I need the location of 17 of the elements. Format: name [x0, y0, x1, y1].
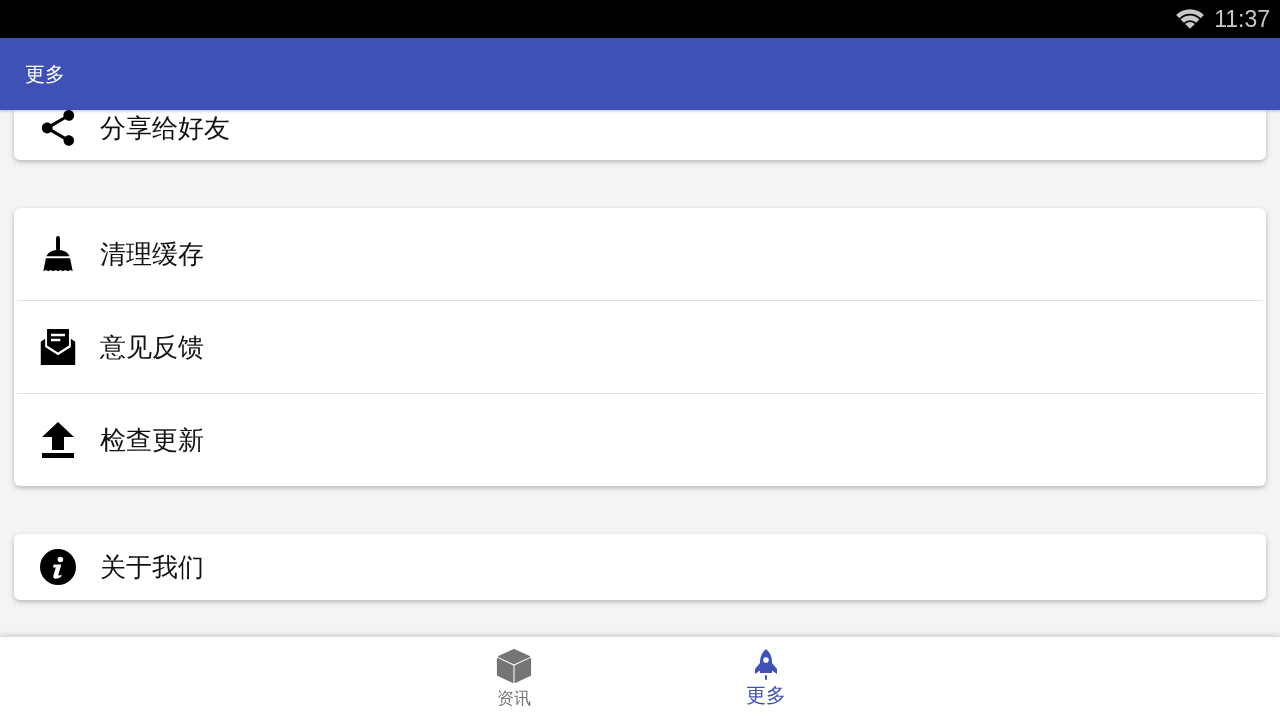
share-icon	[40, 110, 76, 146]
nav-tab[interactable]: 资讯	[388, 637, 640, 720]
cube-icon	[496, 648, 532, 684]
menu-item[interactable]: 意见反馈	[14, 301, 1266, 393]
envelope-icon	[40, 329, 76, 365]
menu-item[interactable]: 分享给好友	[14, 110, 1266, 160]
upload-icon	[40, 422, 76, 458]
menu-item[interactable]: 关于我们	[14, 534, 1266, 600]
broom-icon	[40, 236, 76, 272]
menu-item[interactable]: 检查更新	[14, 394, 1266, 486]
app-bar-title: 更多	[25, 62, 65, 87]
menu-item[interactable]: 清理缓存	[14, 208, 1266, 300]
wifi-icon	[1176, 9, 1205, 29]
status-time: 11:37	[1214, 7, 1270, 31]
rocket-icon	[754, 649, 778, 681]
info-icon	[40, 549, 76, 585]
nav-tab[interactable]: 更多	[640, 637, 892, 720]
